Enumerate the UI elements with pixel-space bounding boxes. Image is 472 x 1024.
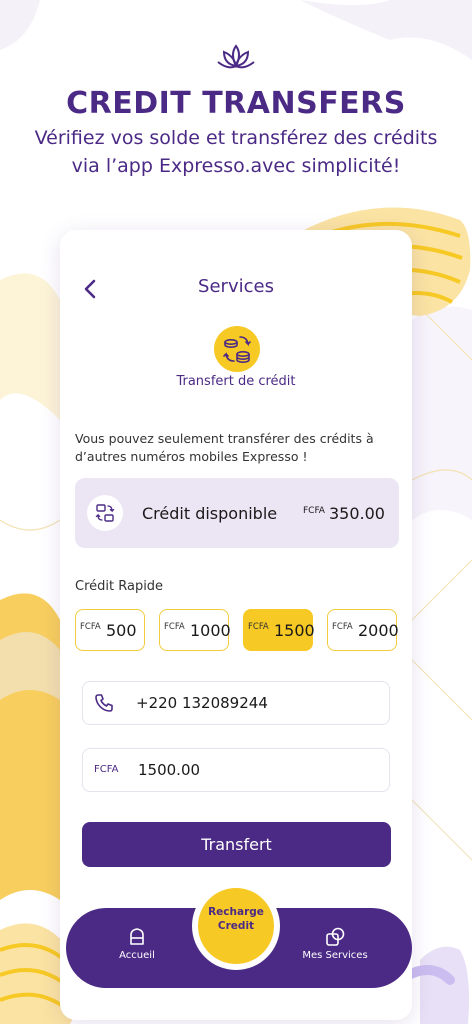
promo-headline: CREDIT TRANSFERS xyxy=(66,86,406,121)
quick-credit-chip-2000[interactable]: FCFA 2000 xyxy=(327,609,399,651)
quick-credit-chip-500[interactable]: FCFA 500 xyxy=(75,609,145,651)
nav-item-home[interactable]: Accueil xyxy=(92,926,182,961)
recharge-credit-label: Recharge Credit xyxy=(198,905,274,933)
chip-currency: FCFA xyxy=(332,622,353,632)
phone-number-value: +220 132089244 xyxy=(136,694,268,712)
fab-label-line1: Recharge xyxy=(208,906,264,918)
chip-currency: FCFA xyxy=(80,622,101,632)
nav-label-services: Mes Services xyxy=(302,950,368,961)
chip-value: 500 xyxy=(106,621,137,640)
chip-value: 1000 xyxy=(190,621,231,640)
quick-credit-chip-1500[interactable]: FCFA 1500 xyxy=(243,609,315,651)
screen-title: Services xyxy=(198,276,274,297)
fab-label-line2: Credit xyxy=(217,920,255,932)
lotus-icon xyxy=(217,44,255,69)
amount-currency: FCFA xyxy=(94,764,119,775)
promo-subline: Vérifiez vos solde et transférez des cré… xyxy=(34,127,438,177)
phone-icon xyxy=(95,694,113,712)
balance-currency: FCFA xyxy=(303,506,325,516)
home-icon xyxy=(130,928,144,945)
chip-value: 1500 xyxy=(274,621,315,640)
service-icon-badge xyxy=(214,326,260,372)
chip-currency: FCFA xyxy=(248,622,269,632)
info-text: Vous pouvez seulement transférer des cré… xyxy=(75,431,374,464)
transfer-cards-icon xyxy=(95,504,115,522)
balance-amount: 350.00 xyxy=(329,504,385,523)
chevron-left-icon[interactable] xyxy=(80,278,100,300)
quick-credit-chip-1000[interactable]: FCFA 1000 xyxy=(159,609,231,651)
nav-item-services[interactable]: Mes Services xyxy=(290,926,380,961)
transfer-button[interactable]: Transfert xyxy=(82,822,391,867)
balance-icon-badge xyxy=(87,495,123,531)
services-icon xyxy=(326,927,345,946)
coins-transfer-icon xyxy=(223,336,251,363)
service-label: Transfert de crédit xyxy=(176,374,296,389)
chip-value: 2000 xyxy=(358,621,399,640)
nav-label-home: Accueil xyxy=(119,950,155,961)
quick-credit-label: Crédit Rapide xyxy=(75,579,164,594)
chip-currency: FCFA xyxy=(164,622,185,632)
amount-value: 1500.00 xyxy=(138,761,201,779)
amount-field[interactable] xyxy=(82,748,390,792)
balance-label: Crédit disponible xyxy=(142,504,278,523)
